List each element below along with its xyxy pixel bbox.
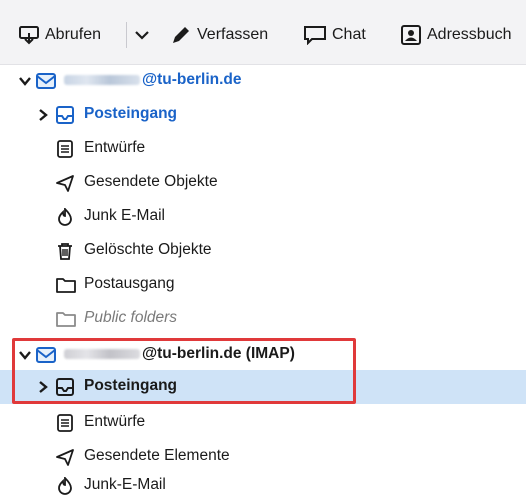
folder-label: Entwürfe [84, 139, 146, 156]
chat-button[interactable]: Chat [303, 22, 366, 48]
folder-row-sent[interactable]: Gesendete Objekte [0, 166, 526, 200]
redacted-username [64, 74, 140, 85]
folder-row-junk[interactable]: Junk E-Mail [0, 200, 526, 234]
folder-row-public[interactable]: Public folders [0, 302, 526, 336]
folder-label: Gesendete Objekte [84, 173, 218, 190]
folder-label: Gesendete Elemente [84, 447, 230, 464]
get-messages-label: Abrufen [45, 26, 102, 43]
folder-label: Posteingang [84, 105, 178, 122]
get-messages-dropdown[interactable] [134, 22, 155, 48]
get-messages-button[interactable]: Abrufen [18, 22, 101, 48]
pen-icon [173, 27, 189, 43]
folder-row-drafts[interactable]: Entwürfe [0, 406, 526, 440]
folder-icon [56, 278, 76, 293]
sent-icon [56, 449, 74, 466]
chat-label: Chat [332, 26, 366, 43]
chevron-down-icon [135, 31, 149, 40]
folder-row-outbox[interactable]: Postausgang [0, 268, 526, 302]
address-book-icon [401, 25, 421, 45]
compose-label: Verfassen [197, 26, 269, 43]
trash-icon [58, 243, 72, 260]
compose-button[interactable]: Verfassen [170, 22, 268, 48]
folder-label: Junk E-Mail [84, 207, 165, 224]
folder-label: Entwürfe [84, 413, 146, 430]
chevron-down-icon[interactable] [18, 74, 32, 88]
inbox-icon [56, 106, 74, 124]
folder-row-drafts[interactable]: Entwürfe [0, 132, 526, 166]
chat-icon [304, 26, 326, 45]
junk-icon [58, 477, 72, 495]
folder-row-inbox[interactable]: Posteingang [0, 98, 526, 132]
folder-label: Postausgang [84, 275, 175, 292]
sent-icon [56, 175, 74, 192]
folder-row-trash[interactable]: Gelöschte Objekte [0, 234, 526, 268]
highlight-frame [12, 338, 356, 404]
drafts-icon [57, 140, 73, 158]
toolbar-separator [126, 22, 127, 48]
account-row-1[interactable]: @tu-berlin.de [0, 64, 526, 98]
drafts-icon [57, 414, 73, 432]
junk-icon [58, 208, 72, 226]
folder-label: Public folders [84, 309, 178, 326]
address-book-button[interactable]: Adressbuch [400, 22, 512, 48]
folder-row-junk[interactable]: Junk-E-Mail [0, 469, 526, 503]
folder-icon [56, 312, 76, 327]
account-name: @tu-berlin.de [64, 71, 242, 89]
toolbar: Abrufen Verfassen Chat Adressbuch [0, 0, 526, 65]
download-icon [19, 26, 39, 45]
chevron-right-icon[interactable] [36, 108, 50, 122]
mail-account-icon [36, 73, 56, 89]
folder-label: Gelöschte Objekte [84, 241, 212, 258]
folder-label: Junk-E-Mail [84, 476, 166, 493]
address-book-label: Adressbuch [427, 26, 512, 43]
